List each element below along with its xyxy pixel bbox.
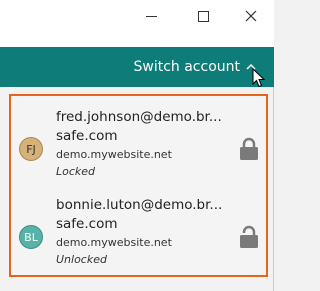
app-header: Switch account: [0, 47, 274, 87]
account-email-domain: safe.com: [56, 128, 118, 144]
account-email-domain: safe.com: [56, 216, 118, 232]
avatar-initials: BL: [24, 230, 38, 244]
account-status: Unlocked: [56, 253, 107, 266]
account-email: bonnie.luton@demo.br...: [56, 197, 223, 213]
avatar: FJ: [19, 137, 43, 161]
close-button[interactable]: [228, 0, 274, 32]
switch-account-button[interactable]: Switch account: [133, 47, 256, 87]
account-site: demo.mywebsite.net: [56, 236, 172, 249]
minimize-icon: [145, 15, 157, 17]
title-bar: [0, 0, 274, 47]
lock-closed-icon[interactable]: [239, 137, 259, 161]
app-window: Switch account FJ fred.johnson@demo.br..…: [0, 0, 274, 291]
switch-account-label: Switch account: [133, 59, 240, 75]
account-dropdown: FJ fred.johnson@demo.br... safe.com demo…: [9, 94, 268, 277]
account-email: fred.johnson@demo.br...: [56, 109, 222, 125]
account-item-fred-johnson[interactable]: FJ fred.johnson@demo.br... safe.com demo…: [11, 105, 266, 191]
lock-open-icon[interactable]: [239, 225, 259, 249]
mouse-cursor-icon: [252, 68, 265, 88]
account-details: fred.johnson@demo.br... safe.com demo.my…: [56, 108, 226, 180]
account-details: bonnie.luton@demo.br... safe.com demo.my…: [56, 196, 226, 268]
close-icon: [245, 10, 257, 22]
maximize-icon: [197, 10, 209, 22]
avatar: BL: [19, 225, 43, 249]
account-status: Locked: [56, 165, 96, 178]
avatar-initials: FJ: [26, 142, 36, 156]
maximize-button[interactable]: [180, 0, 226, 32]
account-site: demo.mywebsite.net: [56, 148, 172, 161]
account-item-bonnie-luton[interactable]: BL bonnie.luton@demo.br... safe.com demo…: [11, 193, 266, 279]
minimize-button[interactable]: [128, 0, 174, 32]
